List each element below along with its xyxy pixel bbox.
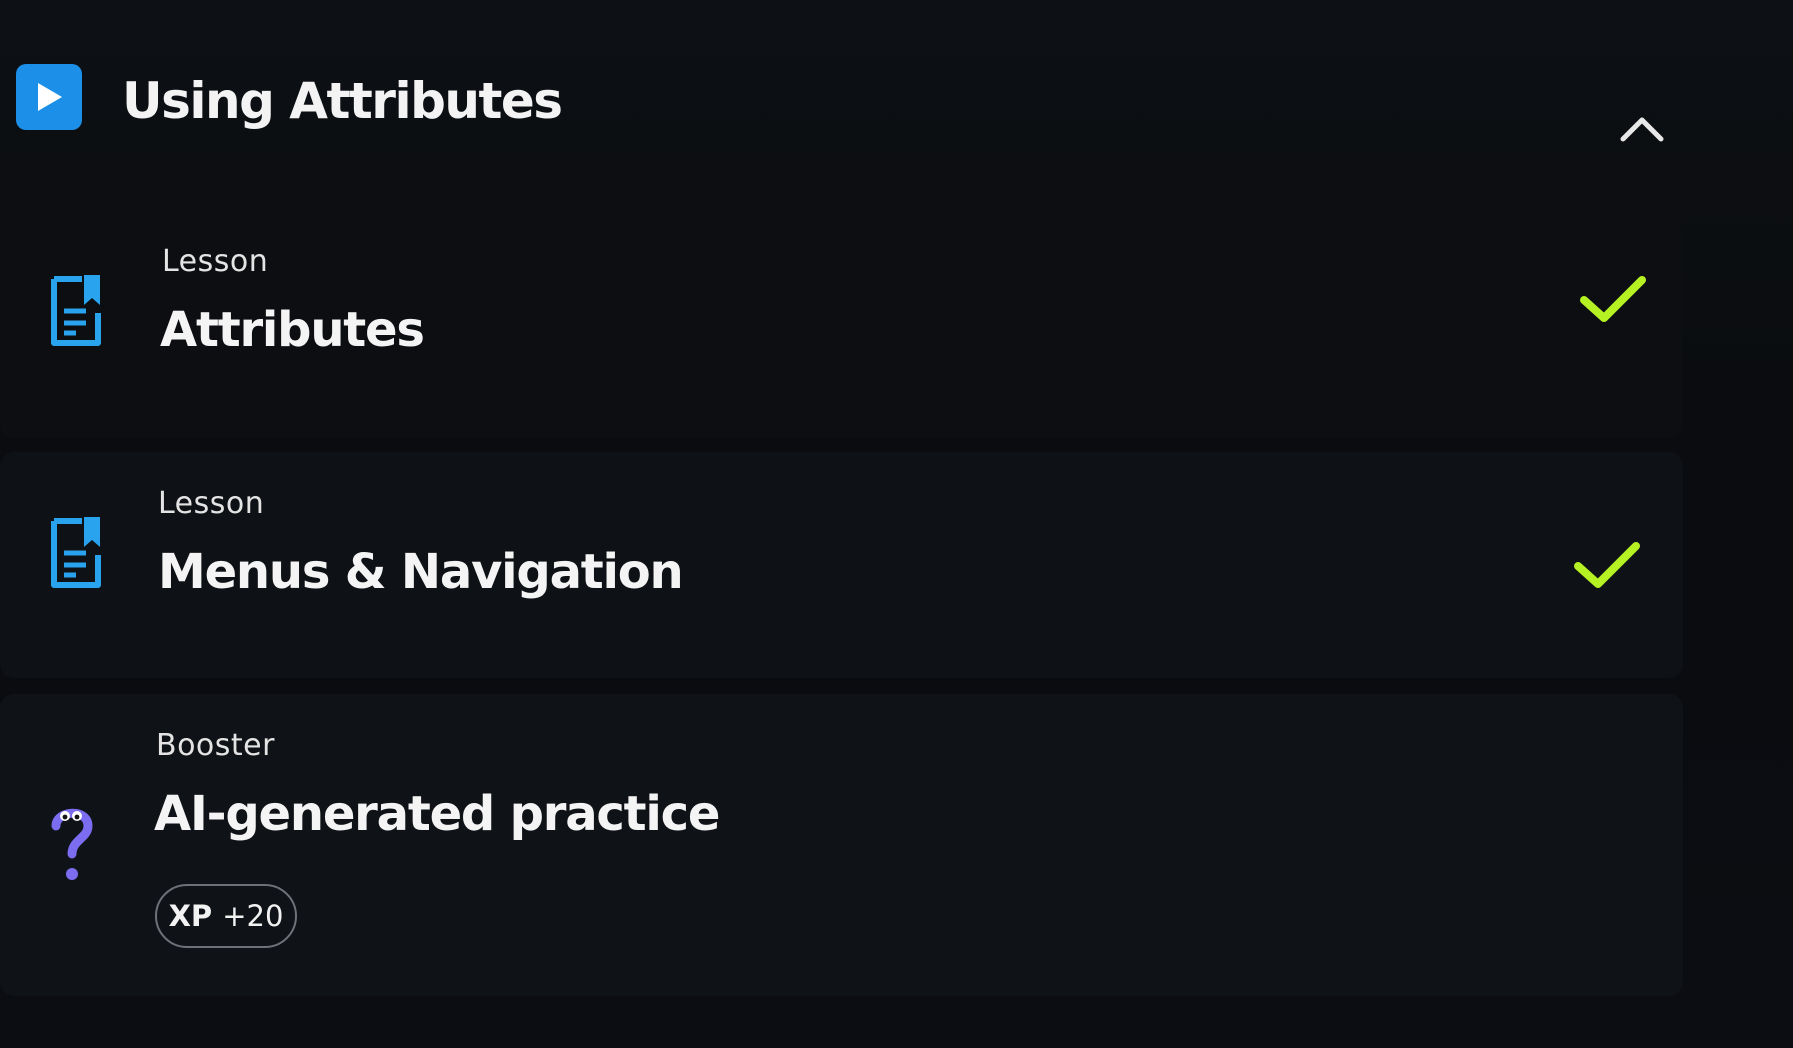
item-type-label: Lesson bbox=[158, 486, 265, 521]
section-title: Using Attributes bbox=[122, 72, 563, 130]
chevron-up-icon bbox=[1620, 117, 1664, 142]
section-header[interactable]: Using Attributes bbox=[0, 0, 1793, 205]
question-mark-character-icon bbox=[42, 802, 102, 884]
lesson-item-attributes[interactable]: Lesson Attributes bbox=[0, 210, 1683, 438]
xp-badge: XP +20 bbox=[155, 884, 297, 948]
booster-item-ai-practice[interactable]: Booster AI-generated practice XP +20 bbox=[0, 694, 1683, 996]
item-title: Menus & Navigation bbox=[158, 544, 684, 600]
xp-value: +20 bbox=[222, 899, 284, 933]
lesson-item-menus-navigation[interactable]: Lesson Menus & Navigation bbox=[0, 452, 1683, 678]
play-icon bbox=[16, 64, 82, 130]
lesson-document-icon bbox=[46, 512, 106, 594]
checkmark-icon bbox=[1580, 276, 1646, 322]
item-type-label: Booster bbox=[156, 728, 275, 763]
collapse-section-button[interactable] bbox=[1610, 100, 1674, 156]
course-section-page: Using Attributes Lesson Attributes Lesso… bbox=[0, 0, 1793, 1048]
item-type-label: Lesson bbox=[162, 244, 269, 279]
checkmark-icon bbox=[1574, 542, 1640, 588]
lesson-document-icon bbox=[46, 270, 106, 352]
item-title: Attributes bbox=[160, 302, 425, 358]
xp-label: XP bbox=[168, 899, 213, 933]
item-title: AI-generated practice bbox=[154, 786, 720, 842]
